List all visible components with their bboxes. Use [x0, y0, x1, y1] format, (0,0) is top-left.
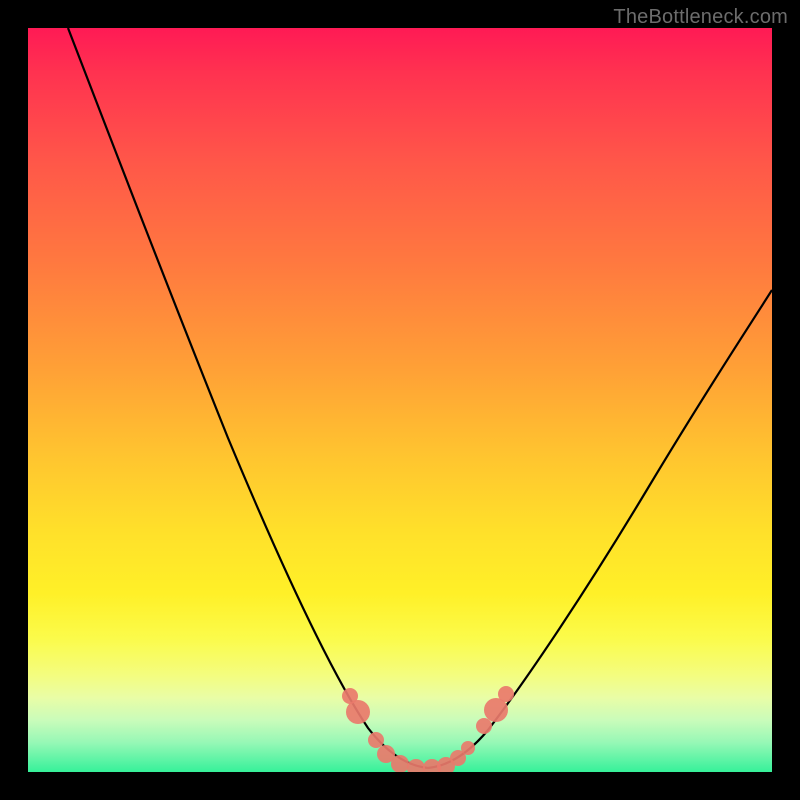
- chart-frame: TheBottleneck.com: [0, 0, 800, 800]
- curve-left: [68, 28, 428, 768]
- curve-right: [428, 290, 772, 768]
- bottleneck-curve: [28, 28, 772, 772]
- plot-area: [28, 28, 772, 772]
- watermark-text: TheBottleneck.com: [613, 6, 788, 29]
